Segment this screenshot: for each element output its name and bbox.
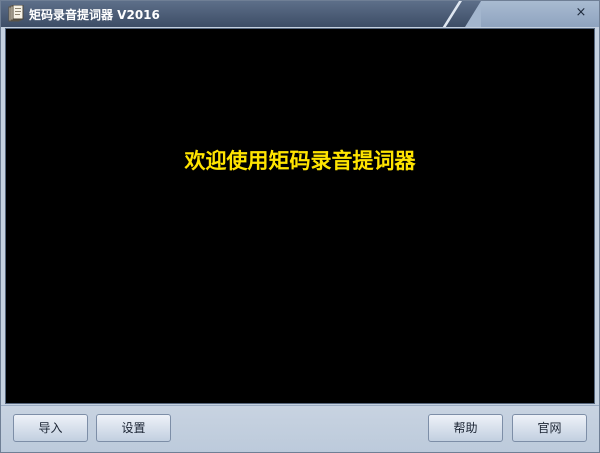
settings-button[interactable]: 设置 — [96, 414, 171, 442]
close-button[interactable]: × — [573, 5, 589, 21]
app-window: 矩码录音提词器 V2016 × 欢迎使用矩码录音提词器 导入 设置 帮助 官网 — [0, 0, 600, 453]
bottom-toolbar: 导入 设置 帮助 官网 — [1, 405, 599, 452]
app-book-icon — [8, 5, 24, 22]
title-bar[interactable]: 矩码录音提词器 V2016 × — [1, 1, 599, 27]
welcome-message: 欢迎使用矩码录音提词器 — [184, 148, 416, 173]
close-icon: × — [575, 5, 587, 20]
website-button[interactable]: 官网 — [512, 414, 587, 442]
window-title: 矩码录音提词器 V2016 — [29, 8, 160, 22]
teleprompter-display: 欢迎使用矩码录音提词器 — [5, 28, 595, 404]
help-button[interactable]: 帮助 — [428, 414, 503, 442]
import-button[interactable]: 导入 — [13, 414, 88, 442]
